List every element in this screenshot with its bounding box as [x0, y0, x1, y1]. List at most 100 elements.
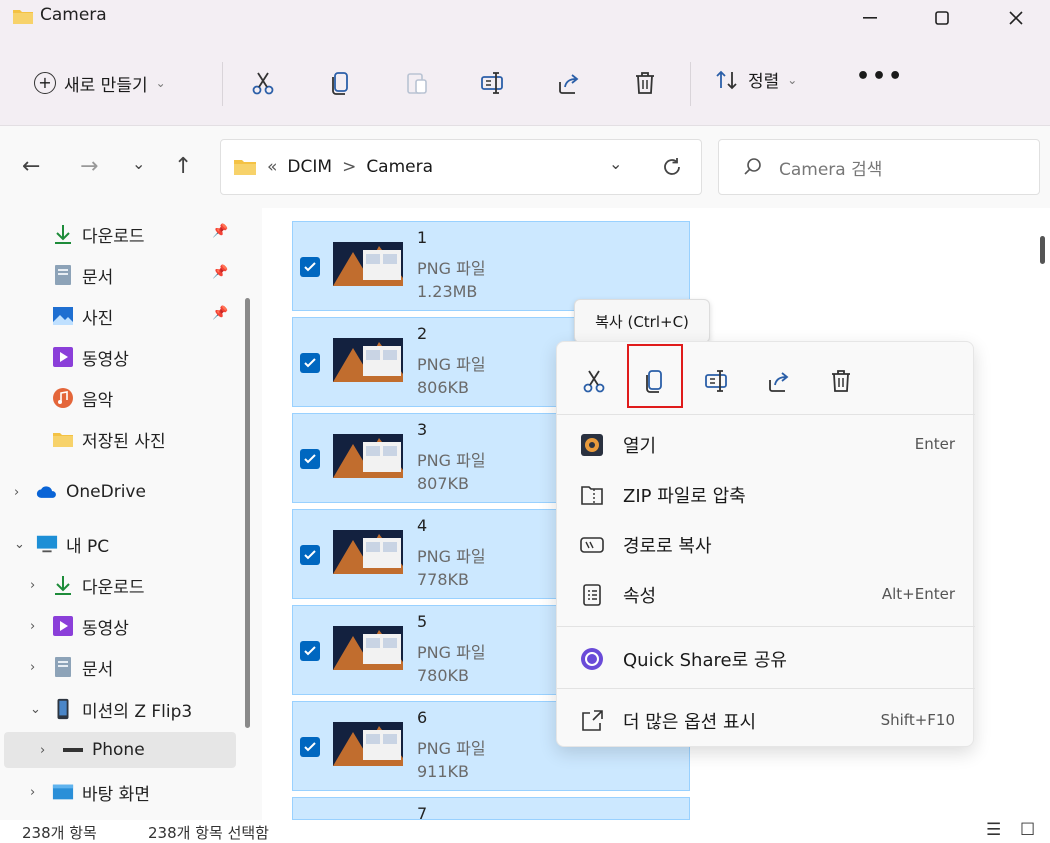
sidebar-item-phone[interactable]: › Phone	[40, 732, 145, 768]
sidebar-item-pc-downloads[interactable]: › 다운로드	[30, 567, 145, 603]
sidebar-item-downloads[interactable]: 다운로드	[52, 216, 145, 252]
checkbox[interactable]	[300, 449, 320, 469]
file-name: 4	[417, 516, 428, 535]
sidebar-item-pc-videos[interactable]: › 동영상	[30, 608, 129, 644]
paste-button[interactable]	[400, 66, 434, 100]
menu-item-properties[interactable]: 속성 Alt+Enter	[557, 572, 975, 616]
pin-icon[interactable]: 📌	[212, 224, 228, 239]
sidebar-item-label: 동영상	[82, 618, 129, 639]
pin-icon[interactable]: 📌	[212, 265, 228, 280]
copy-button[interactable]	[324, 66, 358, 100]
checkbox[interactable]	[300, 257, 320, 277]
sidebar-item-pictures[interactable]: 사진	[52, 298, 113, 334]
onedrive-cloud-icon	[36, 486, 56, 498]
search-box[interactable]: Camera 검색	[718, 139, 1040, 195]
context-cut-button[interactable]	[577, 364, 611, 398]
sidebar-item-label: 동영상	[82, 349, 129, 370]
selected-count: 238개 항목 선택함	[148, 824, 269, 842]
content-scrollbar[interactable]	[1040, 236, 1045, 264]
breadcrumb-separator[interactable]: >	[342, 157, 356, 177]
delete-button[interactable]	[628, 66, 662, 100]
file-thumbnail	[333, 242, 403, 286]
minimize-button[interactable]	[840, 0, 900, 36]
share-button[interactable]	[552, 66, 586, 100]
sidebar-item-this-pc[interactable]: ⌄ 내 PC	[14, 526, 109, 562]
desktop-icon	[52, 784, 74, 800]
breadcrumb-camera[interactable]: Camera	[366, 157, 433, 177]
refresh-icon[interactable]	[661, 156, 683, 178]
chevron-down-icon: ⌄	[787, 72, 798, 87]
menu-item-show-more-options[interactable]: 더 많은 옵션 표시 Shift+F10	[557, 698, 975, 742]
sidebar-item-saved-pictures[interactable]: 저장된 사진	[52, 421, 166, 457]
rename-button[interactable]	[476, 66, 510, 100]
menu-item-label: Quick Share로 공유	[623, 650, 787, 671]
sidebar-item-label: 바탕 화면	[82, 784, 150, 805]
chevron-right-icon[interactable]: ›	[14, 485, 28, 500]
back-button[interactable]: ←	[22, 154, 40, 179]
sort-label: 정렬	[748, 72, 780, 92]
file-item[interactable]: 1 PNG 파일 1.23MB	[292, 221, 690, 311]
recent-locations-button[interactable]: ⌄	[132, 154, 145, 173]
new-button[interactable]: + 새로 만들기 ⌄	[34, 67, 166, 99]
chevron-down-icon[interactable]: ⌄	[14, 537, 28, 552]
details-view-icon[interactable]: ☰	[986, 820, 1001, 840]
folder-icon	[13, 10, 33, 24]
download-icon	[55, 225, 71, 244]
menu-item-quick-share[interactable]: Quick Share로 공유	[557, 636, 975, 680]
file-type: PNG 파일	[417, 451, 486, 470]
checkbox[interactable]	[300, 641, 320, 661]
sidebar-item-phone-device[interactable]: ⌄ 미션의 Z Flip3	[30, 691, 192, 727]
sidebar-item-music[interactable]: 음악	[52, 380, 113, 416]
folder-icon	[234, 160, 256, 175]
breadcrumb-overflow[interactable]: «	[267, 157, 277, 177]
file-item[interactable]: 7	[292, 797, 690, 823]
up-button[interactable]: ↑	[174, 154, 192, 179]
cut-button[interactable]	[246, 66, 280, 100]
checkbox[interactable]	[300, 353, 320, 373]
chevron-right-icon[interactable]: ›	[30, 660, 44, 675]
sidebar-item-documents[interactable]: 문서	[52, 257, 113, 293]
rename-icon	[481, 72, 503, 94]
menu-item-label: 더 많은 옵션 표시	[623, 712, 757, 733]
checkbox[interactable]	[300, 545, 320, 565]
sidebar-item-pc-documents[interactable]: › 문서	[30, 649, 113, 685]
sort-button[interactable]: 정렬 ⌄	[714, 67, 797, 92]
cut-icon	[583, 370, 605, 393]
chevron-right-icon[interactable]: ›	[30, 619, 44, 634]
video-icon	[53, 616, 73, 636]
maximize-button[interactable]	[912, 0, 972, 36]
checkbox[interactable]	[300, 737, 320, 757]
chevron-right-icon[interactable]: ›	[30, 578, 44, 593]
quick-share-icon	[579, 646, 605, 672]
sidebar-item-onedrive[interactable]: › OneDrive	[14, 474, 146, 510]
chevron-down-icon: ⌄	[155, 76, 166, 90]
chevron-right-icon[interactable]: ›	[30, 785, 44, 800]
sidebar-item-label: 음악	[82, 390, 114, 411]
forward-button[interactable]: →	[80, 154, 98, 179]
context-delete-button[interactable]	[824, 364, 858, 398]
sidebar-item-label: 문서	[82, 267, 114, 288]
sidebar-item-desktop[interactable]: › 바탕 화면	[30, 774, 150, 810]
more-options-button[interactable]: •••	[856, 64, 904, 89]
sidebar-item-videos[interactable]: 동영상	[52, 339, 129, 375]
chevron-down-icon[interactable]: ⌄	[30, 702, 44, 717]
file-size: 1.23MB	[417, 282, 478, 301]
address-bar[interactable]: « DCIM > Camera ⌄	[220, 139, 702, 195]
address-dropdown-icon[interactable]: ⌄	[609, 154, 622, 173]
file-thumbnail	[333, 338, 403, 382]
context-share-button[interactable]	[762, 364, 796, 398]
context-copy-button[interactable]	[638, 364, 672, 398]
breadcrumb-dcim[interactable]: DCIM	[287, 157, 332, 177]
pin-icon[interactable]: 📌	[212, 306, 228, 321]
menu-item-compress-zip[interactable]: ZIP 파일로 압축	[557, 472, 975, 516]
menu-item-copy-as-path[interactable]: 경로로 복사	[557, 522, 975, 566]
sidebar-scrollbar[interactable]	[245, 298, 250, 728]
menu-item-shortcut: Shift+F10	[880, 711, 955, 729]
monitor-icon	[36, 535, 58, 553]
close-button[interactable]	[986, 0, 1046, 36]
menu-item-open[interactable]: 열기 Enter	[557, 422, 975, 466]
context-rename-button[interactable]	[700, 364, 734, 398]
chevron-right-icon[interactable]: ›	[40, 743, 54, 758]
tiles-view-icon[interactable]: ☐	[1020, 820, 1035, 840]
download-icon	[55, 576, 71, 595]
